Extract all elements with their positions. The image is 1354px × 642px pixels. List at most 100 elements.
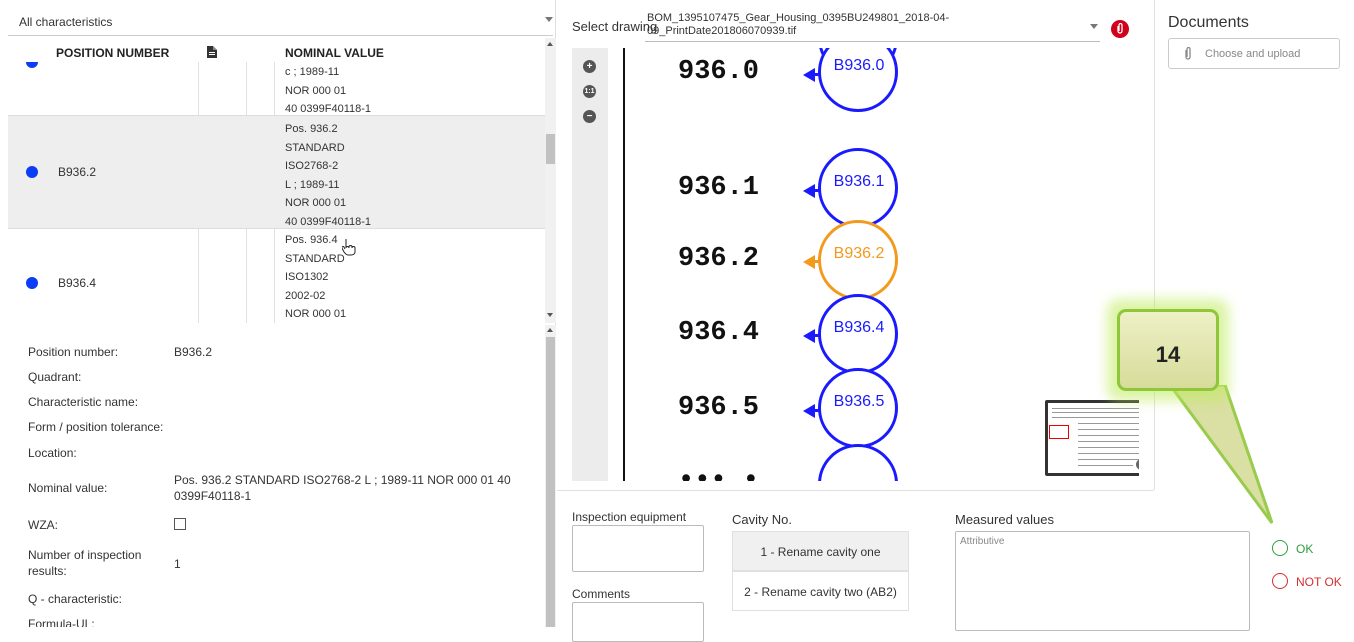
comments-label: Comments <box>572 587 631 601</box>
position-number-cell: B936.4 <box>58 276 97 290</box>
characteristics-filter-value: All characteristics <box>19 15 113 29</box>
upload-button[interactable]: Choose and upload <box>1168 38 1340 69</box>
label-characteristic-name: Characteristic name: <box>28 395 139 409</box>
label-position-number: Position number: <box>28 345 119 359</box>
attachment-button[interactable] <box>1111 20 1129 38</box>
scrollbar-thumb[interactable] <box>546 134 555 164</box>
not-ok-label[interactable]: NOT OK <box>1296 575 1342 589</box>
details-scrollbar[interactable] <box>545 325 556 627</box>
balloon-b936-2[interactable]: B936.2 <box>818 220 898 300</box>
scroll-up-icon[interactable] <box>547 328 553 332</box>
ok-radio[interactable] <box>1272 540 1288 556</box>
chevron-down-icon <box>1090 24 1098 29</box>
label-form-tolerance: Form / position tolerance: <box>28 420 164 434</box>
cavity-label: Cavity No. <box>732 512 792 527</box>
value-position-number: B936.2 <box>174 345 213 359</box>
callout-pointer <box>1168 385 1274 524</box>
nominal-line: Pos. 936.2 <box>285 123 338 135</box>
minimap-viewport[interactable] <box>1049 425 1069 439</box>
nominal-line: Pos. 936.4 <box>285 234 338 246</box>
nominal-line: NOR 000 01 <box>285 308 347 320</box>
drawing-number: 936.5 <box>678 393 760 423</box>
nominal-line: STANDARD <box>285 141 345 154</box>
inspection-equipment-input[interactable] <box>572 525 704 572</box>
inspection-equipment-label: Inspection equipment <box>572 510 687 524</box>
nominal-line: L ; 1989-11 <box>285 178 340 191</box>
nominal-line: Pos. 936.2 STANDARD ISO2768-2 L ; 1989-1… <box>174 473 511 487</box>
measured-values-label: Measured values <box>955 512 1054 527</box>
scrollbar-thumb[interactable] <box>546 337 555 627</box>
not-ok-radio[interactable] <box>1272 573 1288 589</box>
characteristic-details: Position number: B936.2 Quadrant: Charac… <box>8 325 545 627</box>
balloon-label: B936.1 <box>833 173 885 190</box>
file-name-line: BOM_1395107475_Gear_Housing_0395BU249801… <box>647 12 950 24</box>
drawing-number: 936.2 <box>678 244 760 274</box>
value-num-results: 1 <box>174 557 181 571</box>
position-number-cell: B936.2 <box>58 165 97 179</box>
nominal-value-cell: Pos. 936.2 STANDARD ISO2768-2 L ; 1989-1… <box>285 120 371 231</box>
nominal-line: 0399F40118-1 <box>174 489 252 503</box>
balloon-b936-4[interactable]: B936.4 <box>818 294 898 374</box>
document-icon <box>207 46 217 58</box>
minimap-collapse-icon[interactable] <box>1136 459 1139 470</box>
paperclip-icon <box>1185 47 1191 60</box>
value-nominal: Pos. 936.2 STANDARD ISO2768-2 L ; 1989-1… <box>174 472 534 504</box>
table-row[interactable]: B936.4 Pos. 936.4 STANDARD ISO1302 2002-… <box>8 229 545 323</box>
upload-label: Choose and upload <box>1205 48 1301 60</box>
drawing-number: 936.0 <box>678 57 760 87</box>
scroll-up-icon[interactable] <box>547 42 553 46</box>
nominal-line: NOR 000 01 <box>285 84 347 97</box>
hand-cursor-icon <box>342 239 356 256</box>
nominal-line: STANDARD <box>285 252 345 265</box>
balloon-label: B936.2 <box>833 245 885 262</box>
wza-checkbox[interactable] <box>174 518 186 530</box>
balloon-b936-0[interactable]: B936.0 <box>818 48 898 112</box>
left-panel: All characteristics c ; 1989-11 NOR 000 … <box>0 0 556 627</box>
zoom-in-icon[interactable]: + <box>583 60 596 73</box>
balloon-label: B936.4 <box>833 319 885 336</box>
label-num-results: Number of inspection results: <box>28 547 141 579</box>
nominal-line: ISO1302 <box>285 271 329 283</box>
drawing-viewer[interactable]: + 1:1 − 936.0 B936.0 936.1 B936.1 936.2 … <box>572 48 1139 481</box>
minimap[interactable] <box>1045 400 1139 476</box>
ok-label[interactable]: OK <box>1296 542 1313 556</box>
header-position-number[interactable]: POSITION NUMBER <box>56 46 169 60</box>
table-row[interactable]: B936.2 Pos. 936.2 STANDARD ISO2768-2 L ;… <box>8 116 545 229</box>
balloon-label: B936.0 <box>833 57 885 74</box>
balloon-b936-5[interactable]: B936.5 <box>818 368 898 448</box>
measured-placeholder: Attributive <box>960 536 1005 547</box>
label-location: Location: <box>28 446 77 460</box>
cavity-item[interactable]: 1 - Rename cavity one <box>732 531 909 571</box>
drawing-number: 936.4 <box>678 318 760 348</box>
table-scrollbar[interactable] <box>545 38 556 323</box>
step-callout: 14 <box>1117 309 1219 391</box>
nominal-line: c ; 1989-11 <box>285 66 340 78</box>
zoom-reset-button[interactable]: 1:1 <box>583 85 596 98</box>
measured-values-input[interactable]: Attributive <box>955 531 1250 631</box>
header-nominal-value[interactable]: NOMINAL VALUE <box>285 46 384 60</box>
callout-number: 14 <box>1155 342 1181 367</box>
drawing-select[interactable]: BOM_1395107475_Gear_Housing_0395BU249801… <box>645 10 1100 42</box>
nominal-line: NOR 000 01 <box>285 197 347 209</box>
chevron-down-icon <box>545 17 553 22</box>
characteristics-table: c ; 1989-11 NOR 000 01 40 0399F40118-1 B… <box>8 38 545 323</box>
label-line: results: <box>28 564 67 578</box>
nominal-line: ISO2768-2 <box>285 160 339 172</box>
scroll-down-icon[interactable] <box>547 313 553 317</box>
balloon-b936-1[interactable]: B936.1 <box>818 148 898 228</box>
label-nominal-value: Nominal value: <box>28 481 108 495</box>
drawing-panel: Select drawing BOM_1395107475_Gear_Housi… <box>557 0 1250 642</box>
status-dot-icon <box>26 166 38 178</box>
nominal-value-cell: c ; 1989-11 NOR 000 01 40 0399F40118-1 <box>285 63 371 119</box>
zoom-out-icon[interactable]: − <box>583 110 596 123</box>
comments-input[interactable] <box>572 602 704 642</box>
nominal-value-cell: Pos. 936.4 STANDARD ISO1302 2002-02 NOR … <box>285 231 346 323</box>
drawing-line <box>623 48 625 481</box>
divider <box>557 490 1154 491</box>
documents-title: Documents <box>1168 14 1249 31</box>
characteristics-filter-select[interactable]: All characteristics <box>8 8 553 36</box>
file-name-line: 09_PrintDate201806070939.tif <box>647 25 797 37</box>
cavity-item[interactable]: 2 - Rename cavity two (AB2) <box>732 571 909 611</box>
balloon-label: B936.5 <box>833 393 885 410</box>
label-quadrant: Quadrant: <box>28 370 82 384</box>
